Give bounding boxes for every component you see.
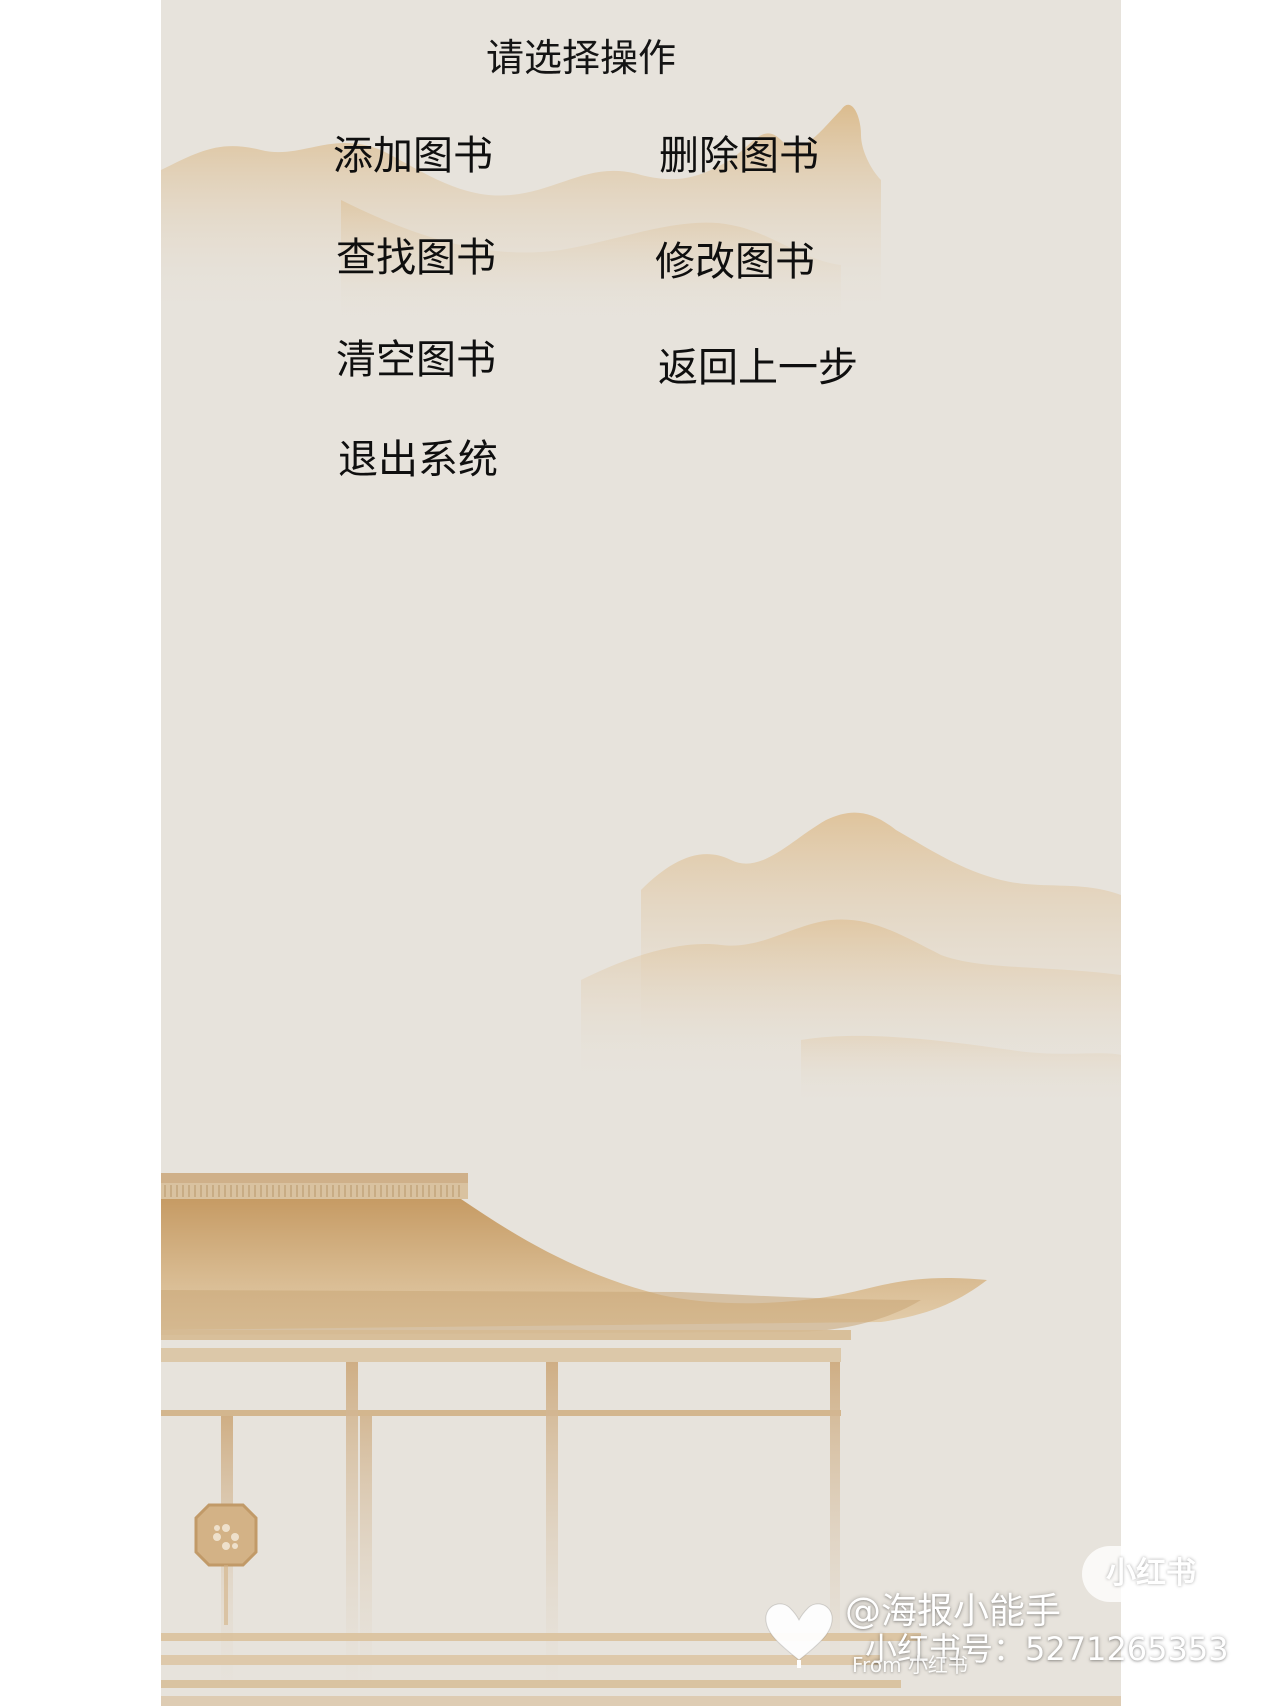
sprout-heart-icon [765, 1603, 833, 1668]
exit-system-button[interactable]: 退出系统 [338, 432, 498, 488]
back-button[interactable]: 返回上一步 [658, 340, 858, 396]
ink-landscape-background [161, 104, 1121, 1706]
page: 请选择操作 添加图书 删除图书 查找图书 修改图书 清空图书 返回上一步 退出系… [0, 0, 1280, 1706]
modify-book-button[interactable]: 修改图书 [655, 234, 815, 290]
watermark-source: From 小红书 [852, 1653, 968, 1677]
menu-title: 请选择操作 [485, 36, 676, 80]
delete-book-button[interactable]: 删除图书 [659, 128, 819, 184]
xiaohongshu-logo: 小红书 [1082, 1546, 1220, 1602]
find-book-button[interactable]: 查找图书 [336, 230, 496, 286]
clear-books-button[interactable]: 清空图书 [336, 332, 496, 388]
add-book-button[interactable]: 添加图书 [333, 128, 493, 184]
app-panel: 请选择操作 添加图书 删除图书 查找图书 修改图书 清空图书 返回上一步 退出系… [161, 0, 1121, 1706]
